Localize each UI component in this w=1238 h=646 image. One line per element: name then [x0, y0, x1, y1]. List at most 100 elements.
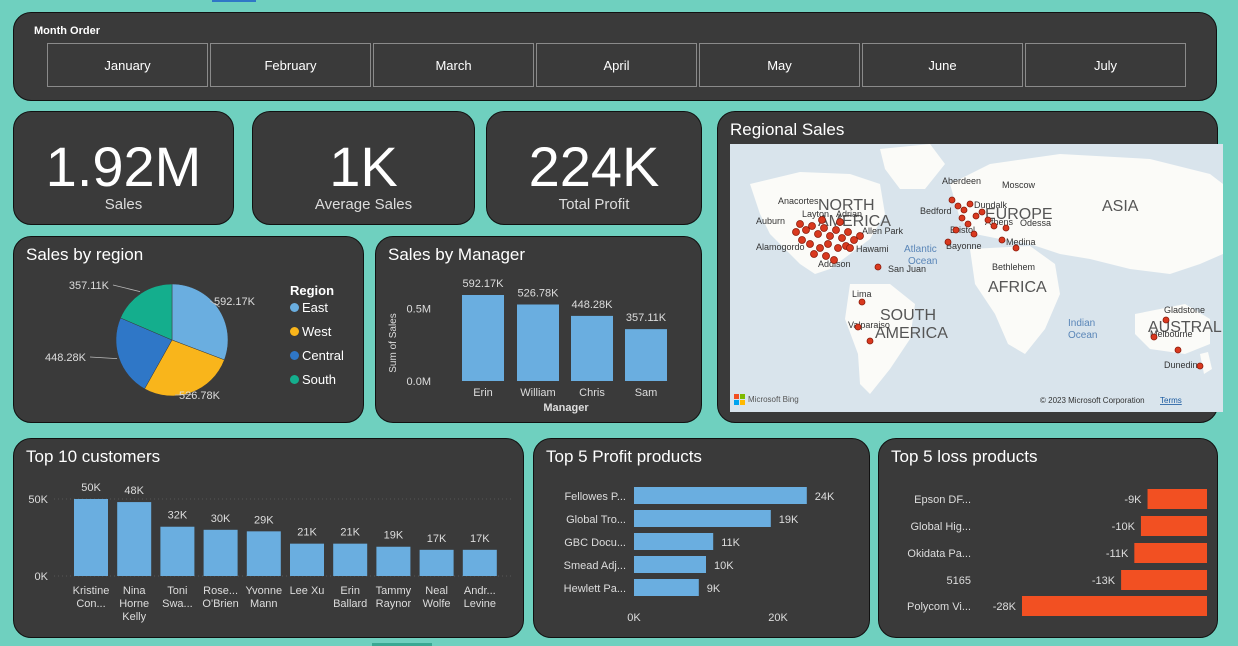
- customer-bar[interactable]: [203, 529, 238, 576]
- manager-x-tick: Chris: [579, 387, 605, 399]
- y-tick-50k: 50K: [28, 494, 48, 506]
- customer-x-tick: Con...: [76, 598, 105, 610]
- loss-bar-label: -10K: [1112, 521, 1136, 533]
- profit-bar[interactable]: [634, 510, 771, 527]
- city-dundalk: Dundalk: [974, 200, 1008, 210]
- pie-leader-line: [89, 356, 118, 360]
- customer-x-tick: Neal: [425, 585, 448, 597]
- customer-bar-label: 48K: [124, 485, 144, 497]
- legend-central-swatch: [290, 351, 299, 360]
- month-april-button[interactable]: April: [536, 43, 697, 87]
- profit-y-tick: Fellowes P...: [564, 491, 626, 503]
- customer-x-tick: Wolfe: [423, 598, 451, 610]
- customer-bar[interactable]: [462, 549, 497, 576]
- legend-east-label: East: [302, 300, 329, 315]
- manager-bar-label: 448.28K: [572, 299, 614, 311]
- city-bedford: Bedford: [920, 206, 952, 216]
- profit-y-tick: Global Tro...: [566, 514, 626, 526]
- map-title: Regional Sales: [730, 120, 845, 139]
- city-odessa: Odessa: [1020, 218, 1051, 228]
- customer-bar-label: 32K: [168, 510, 188, 522]
- y-axis-label: Sum of Sales: [388, 313, 399, 372]
- top-loss-products-panel: Top 5 loss products Epson DF... -9K Global…: [878, 438, 1218, 638]
- month-june-button[interactable]: June: [862, 43, 1023, 87]
- customer-bar-label: 17K: [427, 533, 447, 545]
- x-axis-label: Manager: [543, 402, 589, 414]
- customer-bar[interactable]: [419, 549, 454, 576]
- customer-bar[interactable]: [74, 499, 108, 576]
- kpi-card-total-profit[interactable]: 224K Total Profit: [486, 111, 702, 225]
- y-tick-0: 0.0M: [407, 376, 431, 388]
- manager-bar-label: 592.17K: [463, 278, 505, 290]
- manager-bar-erin[interactable]: [462, 295, 504, 381]
- manager-bar-sam[interactable]: [625, 329, 667, 381]
- label-indian-2: Ocean: [1068, 330, 1097, 341]
- loss-bar-label: -28K: [993, 601, 1017, 613]
- customer-bar[interactable]: [290, 543, 324, 576]
- kpi-average-sales-label: Average Sales: [314, 196, 413, 213]
- manager-bar-chris[interactable]: [571, 315, 613, 381]
- sales-by-region-panel: Sales by region 592.17K 526.78K 448.28K 357…: [13, 236, 364, 423]
- customer-bar[interactable]: [333, 543, 368, 576]
- legend-west[interactable]: West: [290, 324, 344, 348]
- customer-x-tick: Yvonne: [245, 585, 282, 597]
- profit-bar-label: 9K: [707, 583, 721, 595]
- manager-bar-chart[interactable]: 0.0M 0.5M Sum of Sales 592.17K Erin 526.78K Wi…: [376, 237, 701, 422]
- profit-bar-label: 24K: [815, 491, 835, 503]
- manager-bar-william[interactable]: [517, 304, 559, 381]
- profit-bar-chart[interactable]: Fellowes P... 24K Global Tro... 19K GBC Docu…: [534, 439, 869, 637]
- city-allen-park: Allen Park: [862, 226, 904, 236]
- month-january-button[interactable]: January: [47, 43, 208, 87]
- loss-bar-chart[interactable]: Epson DF... -9K Global Hig... -10K Okidata P…: [879, 439, 1217, 637]
- month-march-button[interactable]: March: [373, 43, 534, 87]
- profit-bar[interactable]: [634, 533, 714, 550]
- customer-bar[interactable]: [376, 546, 411, 576]
- loss-bar[interactable]: [1121, 570, 1207, 590]
- customers-bar-chart[interactable]: 0K 50K 50K KristineCon... 48K NinaHorneKelly 3…: [14, 439, 523, 637]
- customer-x-tick: Swa...: [162, 598, 193, 610]
- map-terms-link[interactable]: Terms: [1160, 396, 1182, 405]
- legend-central-label: Central: [302, 348, 344, 363]
- month-may-button[interactable]: May: [699, 43, 860, 87]
- profit-y-tick: Hewlett Pa...: [564, 583, 626, 595]
- loss-bar[interactable]: [1134, 543, 1207, 563]
- profit-bar[interactable]: [634, 556, 706, 573]
- customer-bar[interactable]: [160, 526, 195, 576]
- region-legend-title: Region: [290, 283, 335, 298]
- world-map[interactable]: NORTH AMERICA SOUTH AMERICA EUROPE ASIA …: [730, 144, 1223, 412]
- month-july-button[interactable]: July: [1025, 43, 1186, 87]
- legend-east[interactable]: East: [290, 300, 344, 324]
- loss-bar[interactable]: [1022, 596, 1207, 616]
- profit-y-tick: GBC Docu...: [564, 537, 626, 549]
- label-asia: ASIA: [1102, 198, 1139, 215]
- customer-bar-label: 17K: [470, 533, 490, 545]
- map-copyright: © 2023 Microsoft Corporation: [1040, 396, 1145, 405]
- y-tick-05: 0.5M: [407, 303, 431, 315]
- kpi-sales-label: Sales: [104, 196, 143, 213]
- loss-bar[interactable]: [1140, 516, 1207, 536]
- customer-x-tick: Tammy: [376, 585, 412, 597]
- customer-bar[interactable]: [117, 502, 152, 576]
- legend-east-swatch: [290, 303, 299, 312]
- month-february-button[interactable]: February: [210, 43, 371, 87]
- customer-bar-label: 21K: [340, 527, 360, 539]
- sales-by-manager-panel: Sales by Manager 0.0M 0.5M Sum of Sales 592…: [375, 236, 702, 423]
- customer-x-tick: O'Brien: [202, 598, 238, 610]
- customer-x-tick: Kelly: [122, 611, 146, 623]
- region-legend: Region East West Central South: [290, 283, 344, 396]
- customer-x-tick: Lee Xu: [290, 585, 325, 597]
- kpi-card-average-sales[interactable]: 1K Average Sales: [252, 111, 475, 225]
- legend-south[interactable]: South: [290, 372, 344, 396]
- legend-central[interactable]: Central: [290, 348, 344, 372]
- loss-bar[interactable]: [1147, 489, 1207, 509]
- profit-bar[interactable]: [634, 487, 807, 504]
- customer-bar-label: 21K: [297, 527, 317, 539]
- profit-bar[interactable]: [634, 579, 699, 596]
- customer-x-tick: Andr...: [464, 585, 496, 597]
- pie-data-label: 448.28K: [45, 352, 87, 364]
- profit-x-tick-0: 0K: [627, 612, 641, 624]
- customer-bar[interactable]: [246, 531, 281, 576]
- legend-west-label: West: [302, 324, 332, 339]
- kpi-card-sales[interactable]: 1.92M Sales: [13, 111, 234, 225]
- city-medina: Medina: [1006, 237, 1036, 247]
